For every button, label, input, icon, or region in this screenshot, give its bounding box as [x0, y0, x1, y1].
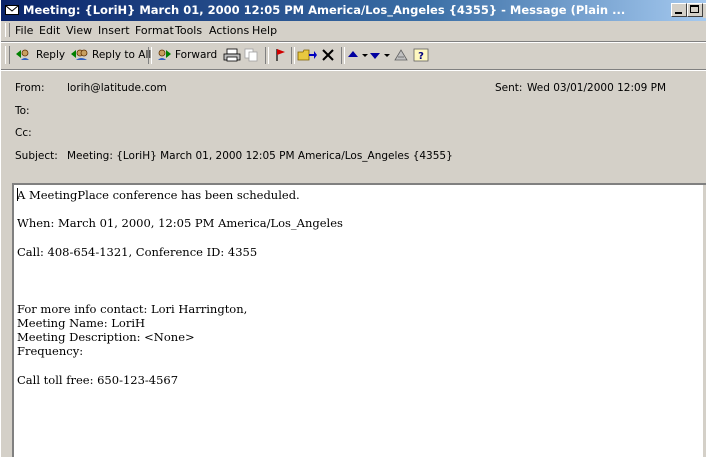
- help-icon: ?: [413, 48, 429, 62]
- toolbar-separator: [148, 47, 152, 64]
- flag-icon: [276, 49, 285, 61]
- copy-icon: [244, 48, 258, 62]
- reply-icon: [16, 49, 29, 60]
- next-item-button[interactable]: [369, 47, 393, 63]
- forward-icon: [158, 49, 171, 60]
- cc-label: Cc:: [15, 127, 32, 139]
- message-body[interactable]: A MeetingPlace conference has been sched…: [12, 183, 706, 457]
- toolbar-grip: [5, 46, 10, 64]
- minimize-button[interactable]: [671, 3, 687, 17]
- body-line: Call toll free: 650-123-4567: [17, 372, 179, 387]
- window-title: Meeting: {LoriH} March 01, 2000 12:05 PM…: [23, 3, 626, 17]
- toolbar-separator: [341, 47, 345, 64]
- menu-file[interactable]: File: [15, 24, 33, 37]
- down-arrow-icon: [370, 53, 380, 59]
- toolbar: Reply Reply to All Forward ?: [1, 41, 706, 68]
- print-button[interactable]: [223, 47, 244, 63]
- body-line: A MeetingPlace conference has been sched…: [17, 188, 300, 202]
- reply-button[interactable]: Reply: [15, 47, 65, 63]
- scroll-up-button[interactable]: [702, 185, 706, 199]
- sent-value: Wed 03/01/2000 12:09 PM: [527, 82, 667, 94]
- menu-actions[interactable]: Actions: [209, 24, 249, 37]
- body-line: Meeting Description: <None>: [17, 330, 195, 345]
- delete-button[interactable]: [321, 47, 338, 63]
- dropdown-arrow-icon: [362, 54, 368, 57]
- forward-label: Forward: [175, 49, 218, 61]
- menu-edit[interactable]: Edit: [39, 24, 60, 37]
- reply-all-button[interactable]: Reply to All: [71, 47, 151, 63]
- copy-button[interactable]: [243, 47, 262, 63]
- help-button[interactable]: ?: [413, 47, 432, 63]
- reply-all-label: Reply to All: [92, 49, 152, 61]
- body-line: When: March 01, 2000, 12:05 PM America/L…: [17, 216, 343, 231]
- sent-label: Sent:: [495, 82, 523, 94]
- dropdown-arrow-icon: [384, 54, 390, 57]
- move-to-folder-button[interactable]: [297, 47, 320, 63]
- up-arrow-icon: [348, 51, 358, 57]
- forward-button[interactable]: Forward: [154, 47, 217, 63]
- maximize-button[interactable]: [687, 3, 703, 17]
- follow-up-flag-button[interactable]: [273, 47, 290, 63]
- reply-label: Reply: [36, 49, 66, 61]
- message-window: Meeting: {LoriH} March 01, 2000 12:05 PM…: [0, 0, 706, 457]
- address-book-icon: [394, 49, 408, 61]
- menu-bar: File Edit View Insert Format Tools Actio…: [1, 21, 706, 40]
- previous-item-button[interactable]: [347, 47, 371, 63]
- body-line: For more info contact: Lori Harrington,: [17, 301, 248, 316]
- envelope-icon: [5, 5, 19, 15]
- menu-grip: [5, 23, 10, 37]
- printer-icon: [223, 48, 241, 62]
- menu-insert[interactable]: Insert: [98, 24, 130, 37]
- menu-format[interactable]: Format: [135, 24, 174, 37]
- reply-all-icon: [71, 49, 88, 60]
- from-label: From:: [15, 82, 45, 94]
- menu-tools[interactable]: Tools: [175, 24, 202, 37]
- body-line: Frequency:: [17, 344, 84, 359]
- body-line: Meeting Name: LoriH: [17, 315, 146, 330]
- delete-icon: [322, 49, 334, 61]
- toolbar-separator: [265, 47, 269, 64]
- svg-text:?: ?: [418, 51, 424, 62]
- subject-label: Subject:: [15, 150, 58, 162]
- toolbar-separator: [291, 47, 295, 64]
- to-label: To:: [15, 105, 30, 117]
- subject-value: Meeting: {LoriH} March 01, 2000 12:05 PM…: [67, 150, 453, 162]
- menu-view[interactable]: View: [66, 24, 92, 37]
- title-bar[interactable]: Meeting: {LoriH} March 01, 2000 12:05 PM…: [1, 0, 706, 21]
- address-book-button[interactable]: [393, 47, 412, 63]
- menu-help[interactable]: Help: [252, 24, 277, 37]
- move-to-folder-icon: [297, 49, 317, 61]
- from-value[interactable]: lorih@latitude.com: [67, 82, 167, 94]
- body-line: Call: 408-654-1321, Conference ID: 4355: [17, 244, 258, 259]
- message-header: From: lorih@latitude.com Sent: Wed 03/01…: [1, 69, 706, 182]
- message-body-text: A MeetingPlace conference has been sched…: [14, 185, 706, 387]
